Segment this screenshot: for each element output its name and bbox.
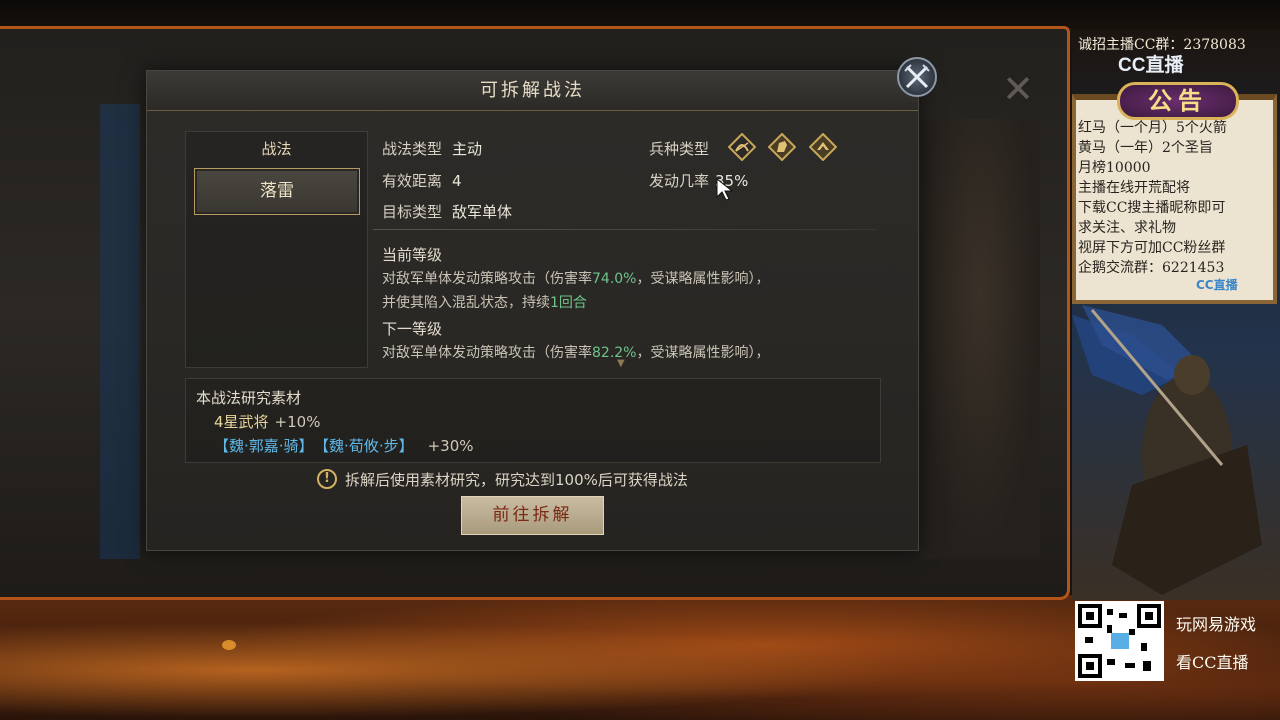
next-level-effect: 对敌军单体发动策略攻击（伤害率82.2%，受谋略属性影响）， (382, 341, 769, 365)
go-decompose-button[interactable]: 前往拆解 (461, 496, 604, 535)
range-label: 有效距离 (382, 172, 443, 190)
infantry-icon (809, 133, 837, 161)
unit-type-label: 兵种类型 (649, 140, 710, 158)
research-material-panel: 本战法研究素材 4星武将 +10% 【魏·郭嘉·骑】 【魏·荀攸·步】 +30% (185, 378, 881, 463)
material-star-bonus: +10% (274, 413, 321, 431)
current-effect-text-post: ，受谋略属性影响）， (636, 271, 770, 287)
close-button[interactable] (897, 57, 937, 97)
target-row: 目标类型 敌军单体 (382, 201, 512, 222)
dialog-header: 可拆解战法 (147, 71, 918, 111)
notice-line: 红马（一个月）5个火箭 (1078, 120, 1227, 136)
next-damage-rate: 82.2% (592, 345, 637, 361)
warning-text: 拆解后使用素材研究，研究达到100%后可获得战法 (345, 470, 688, 489)
notice-cc-logo: CC直播 (1196, 278, 1238, 292)
decompose-tactic-dialog: 可拆解战法 战法 落雷 战法类型 主动 有效距离 4 目标类型 敌军单体 兵种类型 (146, 57, 937, 551)
notice-line: 下载CC搜主播昵称即可 (1078, 200, 1226, 216)
scroll-down-icon[interactable]: ▼ (617, 359, 631, 369)
tactic-list-header: 战法 (261, 140, 292, 158)
qr-code[interactable] (1075, 601, 1164, 681)
exclamation-icon: ! (317, 469, 337, 489)
tactic-type-row: 战法类型 主动 (382, 138, 482, 159)
qr-caption-line2: 看CC直播 (1176, 653, 1249, 672)
hero-figure (1072, 305, 1262, 595)
material-star-label: 4星武将 (214, 413, 269, 431)
current-effect-text-pre: 对敌军单体发动策略攻击（伤害率 (382, 271, 592, 287)
material-general-bonus: +30% (427, 437, 474, 455)
tactic-item-selected[interactable]: 落雷 (194, 168, 360, 215)
target-label: 目标类型 (382, 203, 443, 221)
tactic-type-label: 战法类型 (382, 140, 443, 158)
material-star-general: 4星武将 +10% (214, 411, 320, 432)
notice-lines: 红马（一个月）5个火箭 黄马（一年）2个圣旨 月榜10000 主播在线开荒配将 … (1078, 118, 1273, 278)
qr-caption-line1: 玩网易游戏 (1176, 615, 1257, 634)
range-row: 有效距离 4 (382, 170, 462, 191)
crossed-swords-close-icon (904, 64, 930, 89)
background-art (920, 119, 1040, 559)
dialog-title: 可拆解战法 (480, 80, 585, 101)
notice-line: 黄马（一年）2个圣旨 (1078, 140, 1213, 156)
decompose-warning: ! 拆解后使用素材研究，研究达到100%后可获得战法 (317, 468, 688, 490)
current-duration: 1回合 (550, 295, 587, 311)
notice-line: 主播在线开荒配将 (1078, 180, 1190, 196)
unit-type-row: 兵种类型 (649, 138, 709, 159)
background-close-icon: ✕ (1002, 67, 1034, 111)
material-title: 本战法研究素材 (196, 389, 302, 407)
notice-title: 公告 (1117, 82, 1239, 120)
info-divider (373, 229, 877, 230)
background-hint (930, 587, 1050, 597)
current-effect-text-line2: 并使其陷入混乱状态，持续 (382, 295, 550, 311)
hero-illustration (1072, 305, 1280, 600)
range-value: 4 (452, 172, 462, 190)
mouse-cursor-icon (716, 178, 734, 201)
qr-code-icon (1078, 604, 1161, 678)
next-level-label: 下一等级 (382, 320, 443, 338)
target-value: 敌军单体 (452, 203, 513, 221)
notice-line: 视屏下方可加CC粉丝群 (1078, 240, 1226, 256)
next-effect-text-pre: 对敌军单体发动策略攻击（伤害率 (382, 345, 592, 361)
tactic-list-panel: 战法 落雷 (185, 131, 368, 368)
tactic-type-value: 主动 (452, 140, 483, 158)
notice-line: 求关注、求礼物 (1078, 220, 1176, 236)
cavalry-icon (768, 133, 796, 161)
trigger-rate-label: 发动几率 (649, 172, 710, 190)
material-specific-generals: 【魏·郭嘉·骑】 【魏·荀攸·步】 +30% (214, 435, 474, 456)
notice-line: 月榜10000 (1078, 160, 1151, 176)
cc-live-logo: CC直播 (1118, 55, 1184, 76)
next-effect-text-post: ，受谋略属性影响）， (636, 345, 770, 361)
fire-ember (222, 640, 236, 650)
current-level-effect: 对敌军单体发动策略攻击（伤害率74.0%，受谋略属性影响）， 并使其陷入混乱状态… (382, 267, 769, 315)
general-tag-xunyou[interactable]: 【魏·荀攸·步】 (322, 437, 414, 455)
background-panel (100, 104, 140, 559)
archer-icon (728, 133, 756, 161)
notice-line: 企鹅交流群：6221453 (1078, 260, 1225, 276)
current-level-label: 当前等级 (382, 246, 443, 264)
general-tag-guojia[interactable]: 【魏·郭嘉·骑】 (214, 437, 314, 455)
current-damage-rate: 74.0% (592, 271, 637, 287)
